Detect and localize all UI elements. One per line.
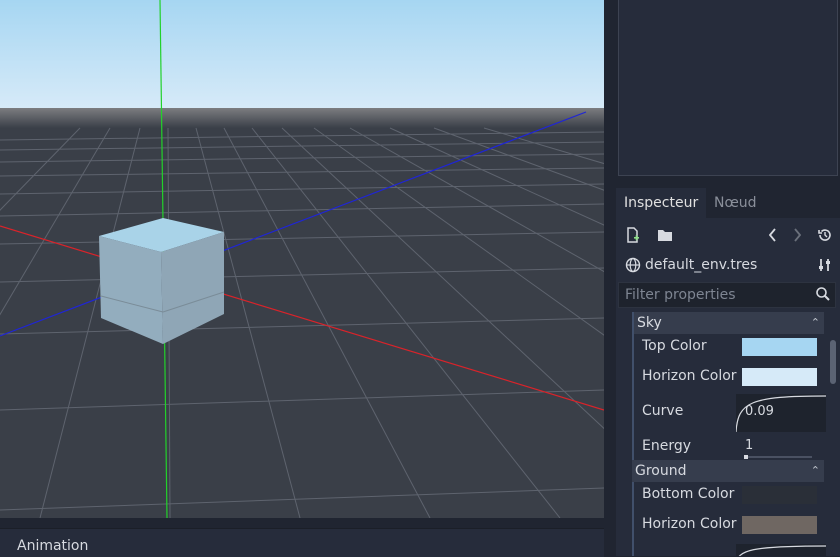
new-resource-icon[interactable]	[622, 224, 644, 246]
viewport-scene[interactable]	[0, 0, 604, 518]
chevron-up-icon: ⌃	[810, 316, 820, 329]
prop-horizon-color-label: Horizon Color	[642, 368, 737, 384]
section-indent-bar	[632, 312, 634, 556]
property-list: Sky ⌃ Top Color Horizon Color Curve 0.09…	[618, 312, 840, 556]
energy-slider-grabber[interactable]	[744, 455, 748, 459]
animation-tab[interactable]: Animation	[17, 538, 88, 554]
scrollbar-thumb[interactable]	[830, 340, 836, 384]
3d-viewport[interactable]	[0, 0, 604, 518]
inspector-tabs: Inspecteur Nœud ⋮	[616, 188, 840, 218]
bottom-color-swatch[interactable]	[742, 486, 817, 504]
ground-curve-editor[interactable]	[736, 544, 826, 556]
filter-properties-input[interactable]: Filter properties	[618, 282, 836, 308]
top-color-swatch[interactable]	[742, 338, 817, 356]
inspector-toolbar	[616, 220, 840, 250]
sky-horizon-color-swatch[interactable]	[742, 368, 817, 386]
section-ground[interactable]: Ground ⌃	[632, 460, 824, 482]
section-ground-title: Ground	[635, 463, 687, 479]
chevron-right-icon[interactable]	[786, 224, 808, 246]
curve-editor[interactable]: 0.09	[736, 394, 826, 432]
chevron-up-icon: ⌃	[810, 464, 820, 477]
prop-bottom-color-label: Bottom Color	[642, 486, 735, 502]
section-sky[interactable]: Sky ⌃	[634, 312, 824, 334]
tab-node[interactable]: Nœud	[706, 188, 765, 218]
open-folder-icon[interactable]	[654, 224, 676, 246]
tab-inspector[interactable]: Inspecteur	[616, 188, 707, 218]
energy-slider-track	[744, 456, 812, 458]
menu-dots-icon[interactable]: ⋮	[834, 194, 840, 212]
bottom-panel: Animation	[0, 528, 604, 557]
dock-splitter[interactable]	[604, 0, 616, 556]
curve-value: 0.09	[745, 404, 774, 419]
resource-row[interactable]: default_env.tres	[616, 250, 840, 280]
scene-dock	[616, 0, 840, 180]
inspector-dock: Inspecteur Nœud ⋮ default_env.tres Filte…	[616, 188, 840, 556]
ground-horizon-color-swatch[interactable]	[742, 516, 817, 534]
resource-name: default_env.tres	[645, 257, 758, 273]
energy-slider[interactable]: 1	[736, 436, 816, 459]
horizon-band	[0, 108, 604, 128]
search-icon	[815, 286, 831, 310]
section-sky-title: Sky	[637, 315, 662, 331]
prop-energy-label: Energy	[642, 438, 692, 454]
chevron-left-icon[interactable]	[762, 224, 784, 246]
energy-value: 1	[745, 438, 754, 453]
tools-icon[interactable]	[814, 254, 836, 276]
history-icon[interactable]	[814, 224, 836, 246]
sky	[0, 0, 604, 108]
prop-ground-horizon-color-label: Horizon Color	[642, 516, 737, 532]
scene-tree-panel[interactable]	[618, 0, 838, 176]
filter-placeholder: Filter properties	[625, 287, 736, 303]
prop-top-color-label: Top Color	[642, 338, 707, 354]
ground-curve-graph	[738, 545, 826, 556]
globe-icon	[622, 254, 644, 276]
prop-curve-label: Curve	[642, 403, 684, 419]
